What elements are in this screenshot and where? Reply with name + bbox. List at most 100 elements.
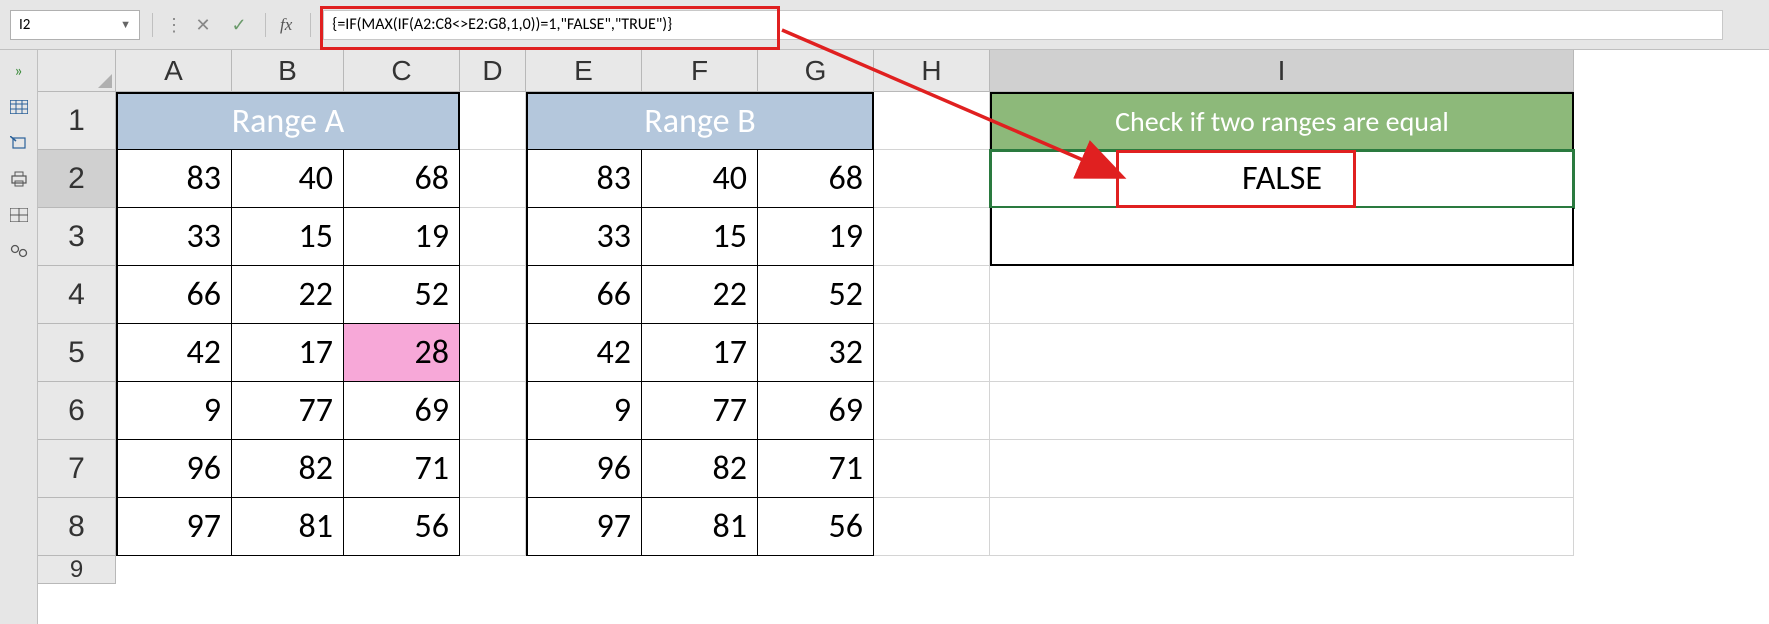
column-header-I[interactable]: I [990,50,1574,92]
range-a-cell[interactable]: 9 [116,382,232,440]
column-header-A[interactable]: A [116,50,232,92]
range-b-cell[interactable]: 83 [526,150,642,208]
range-a-cell[interactable]: 77 [232,382,344,440]
range-b-cell[interactable]: 42 [526,324,642,382]
range-b-cell[interactable]: 81 [642,498,758,556]
column-header-C[interactable]: C [344,50,460,92]
cell-D3[interactable] [460,208,526,266]
range-b-cell[interactable]: 40 [642,150,758,208]
column-header-H[interactable]: H [874,50,990,92]
select-all-corner[interactable] [38,50,116,92]
grid-icon[interactable] [8,206,30,224]
cell-D4[interactable] [460,266,526,324]
expand-panel-icon[interactable]: » [8,62,30,80]
cell-H5[interactable] [874,324,990,382]
range-b-cell[interactable]: 82 [642,440,758,498]
drag-handle-icon[interactable]: ⋮ [165,14,181,36]
range-a-cell[interactable]: 22 [232,266,344,324]
range-b-cell[interactable]: 52 [758,266,874,324]
range-a-cell[interactable]: 97 [116,498,232,556]
range-b-cell[interactable]: 15 [642,208,758,266]
cancel-icon[interactable]: ✕ [189,11,217,39]
cell-I8[interactable] [990,498,1574,556]
range-b-cell[interactable]: 66 [526,266,642,324]
range-a-cell[interactable]: 66 [116,266,232,324]
cell-D5[interactable] [460,324,526,382]
range-a-cell[interactable]: 52 [344,266,460,324]
range-a-cell[interactable]: 17 [232,324,344,382]
row-header-7[interactable]: 7 [38,440,116,498]
row-header-partial[interactable]: 9 [38,556,116,584]
cells-area: Range ARange BCheck if two ranges are eq… [116,92,1574,556]
cell-D1[interactable] [460,92,526,150]
cell-D8[interactable] [460,498,526,556]
table-icon[interactable] [8,98,30,116]
range-a-cell[interactable]: 15 [232,208,344,266]
accept-icon[interactable]: ✓ [225,11,253,39]
formula-bar: I2 ▼ ⋮ ✕ ✓ fx {=IF(MAX(IF(A2:C8<>E2:G8,1… [0,0,1769,50]
column-header-D[interactable]: D [460,50,526,92]
row-header-3[interactable]: 3 [38,208,116,266]
range-b-cell[interactable]: 97 [526,498,642,556]
cell-I5[interactable] [990,324,1574,382]
row-header-2[interactable]: 2 [38,150,116,208]
range-a-cell[interactable]: 96 [116,440,232,498]
row-header-4[interactable]: 4 [38,266,116,324]
cell-H7[interactable] [874,440,990,498]
range-a-cell[interactable]: 40 [232,150,344,208]
range-a-cell[interactable]: 69 [344,382,460,440]
cell-H8[interactable] [874,498,990,556]
column-header-G[interactable]: G [758,50,874,92]
check-result-cell[interactable]: FALSE [990,150,1574,208]
row-header-6[interactable]: 6 [38,382,116,440]
row-header-1[interactable]: 1 [38,92,116,150]
row-header-5[interactable]: 5 [38,324,116,382]
range-b-cell[interactable]: 33 [526,208,642,266]
name-box[interactable]: I2 ▼ [10,10,140,40]
cell-H1[interactable] [874,92,990,150]
column-header-E[interactable]: E [526,50,642,92]
range-a-cell[interactable]: 68 [344,150,460,208]
range-b-cell[interactable]: 69 [758,382,874,440]
range-a-cell[interactable]: 28 [344,324,460,382]
range-b-cell[interactable]: 19 [758,208,874,266]
cell-H4[interactable] [874,266,990,324]
find-icon[interactable] [8,242,30,260]
range-b-cell[interactable]: 22 [642,266,758,324]
range-a-cell[interactable]: 82 [232,440,344,498]
row-header-8[interactable]: 8 [38,498,116,556]
range-a-cell[interactable]: 42 [116,324,232,382]
cell-I4[interactable] [990,266,1574,324]
cell-I3[interactable] [990,208,1574,266]
formula-input[interactable]: {=IF(MAX(IF(A2:C8<>E2:G8,1,0))=1,"FALSE"… [323,10,1723,40]
range-a-cell[interactable]: 83 [116,150,232,208]
cell-H6[interactable] [874,382,990,440]
name-box-value: I2 [19,16,30,34]
range-a-cell[interactable]: 56 [344,498,460,556]
cell-H2[interactable] [874,150,990,208]
range-b-cell[interactable]: 71 [758,440,874,498]
dropdown-icon[interactable]: ▼ [120,18,131,31]
cell-I6[interactable] [990,382,1574,440]
cell-I7[interactable] [990,440,1574,498]
range-a-cell[interactable]: 81 [232,498,344,556]
range-a-cell[interactable]: 19 [344,208,460,266]
cell-H3[interactable] [874,208,990,266]
cell-D2[interactable] [460,150,526,208]
cell-D7[interactable] [460,440,526,498]
spreadsheet-grid[interactable]: ABCDEFGHI 123456789 Range ARange BCheck … [38,50,1769,624]
insert-icon[interactable] [8,134,30,152]
range-b-cell[interactable]: 32 [758,324,874,382]
fx-icon[interactable]: fx [280,15,292,35]
range-b-cell[interactable]: 77 [642,382,758,440]
range-b-cell[interactable]: 9 [526,382,642,440]
range-a-cell[interactable]: 71 [344,440,460,498]
range-b-cell[interactable]: 68 [758,150,874,208]
cell-D6[interactable] [460,382,526,440]
check-title[interactable]: Check if two ranges are equal [990,92,1574,150]
range-b-cell[interactable]: 96 [526,440,642,498]
range-b-cell[interactable]: 56 [758,498,874,556]
range-b-cell[interactable]: 17 [642,324,758,382]
print-icon[interactable] [8,170,30,188]
range-a-cell[interactable]: 33 [116,208,232,266]
